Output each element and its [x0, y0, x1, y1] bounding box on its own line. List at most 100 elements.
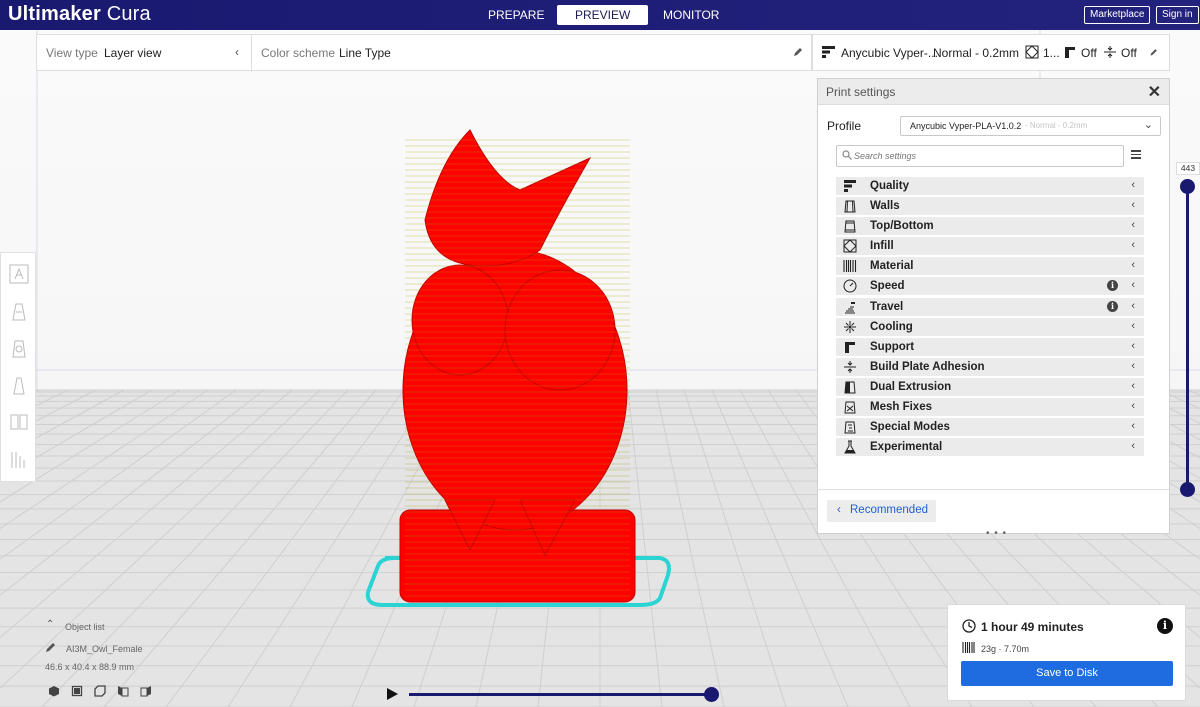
menu-icon[interactable] — [1131, 150, 1141, 159]
tab-monitor[interactable]: MONITOR — [645, 5, 737, 25]
speed-icon — [843, 279, 857, 293]
color-scheme-select[interactable]: Line Type — [339, 46, 391, 60]
category-label: Infill — [870, 240, 894, 253]
layer-slider-track[interactable] — [1186, 185, 1189, 490]
material-icon — [843, 260, 857, 273]
pencil-icon[interactable] — [45, 641, 57, 653]
view-top-icon[interactable] — [94, 685, 106, 697]
panel-header: Print settings ✕ — [818, 79, 1169, 105]
layer-slider-lower-handle[interactable] — [1180, 482, 1195, 497]
category-label: Speed — [870, 280, 905, 293]
rotate-tool-icon[interactable] — [7, 335, 31, 361]
view-right-icon[interactable] — [140, 685, 152, 697]
settings-category-mesh-fixes[interactable]: Mesh Fixes ‹ — [836, 398, 1144, 417]
per-model-settings-icon[interactable] — [7, 409, 31, 435]
quality-icon — [822, 46, 835, 58]
search-input[interactable] — [836, 145, 1124, 167]
chevron-left-icon: ‹ — [1131, 259, 1135, 272]
printer-settings-bar[interactable]: Anycubic Vyper-... Normal - 0.2mm 1... O… — [812, 34, 1170, 71]
chevron-down-icon: ⌄ — [1143, 119, 1153, 131]
layer-value-input[interactable]: 443 — [1176, 162, 1200, 175]
view-3d-icon[interactable] — [48, 685, 60, 697]
view-front-icon[interactable] — [71, 685, 83, 697]
app-header: Ultimaker Cura PREPARE PREVIEW MONITOR M… — [0, 0, 1200, 30]
profile-select-sub: - Normal - 0.2mm — [1025, 121, 1088, 130]
simulation-slider-track[interactable] — [409, 693, 711, 696]
category-label: Dual Extrusion — [870, 380, 952, 393]
view-options-bar: View type Layer view ‹ Color scheme Line… — [36, 34, 812, 72]
material-icon — [962, 642, 975, 653]
quality-icon — [844, 180, 856, 192]
chevron-left-icon: ‹ — [1131, 359, 1135, 372]
profile-name: Normal - 0.2mm — [933, 46, 1020, 60]
chevron-left-icon: ‹ — [1131, 179, 1135, 191]
tab-preview[interactable]: PREVIEW — [557, 5, 649, 25]
profile-select-name: Anycubic Vyper-PLA-V1.0.2 — [910, 121, 1022, 131]
save-to-disk-button[interactable]: Save to Disk — [961, 661, 1173, 686]
category-label: Build Plate Adhesion — [870, 360, 985, 373]
settings-category-special-modes[interactable]: Special Modes ‹ — [836, 418, 1144, 437]
owl-model — [399, 129, 636, 603]
adhesion-value: Off — [1121, 46, 1137, 60]
category-label: Material — [870, 260, 914, 273]
settings-category-dual-extrusion[interactable]: Dual Extrusion ‹ — [836, 377, 1144, 396]
settings-category-walls[interactable]: Walls ‹ — [836, 197, 1144, 216]
top-bottom-icon — [844, 220, 856, 233]
settings-category-cooling[interactable]: Cooling ‹ — [836, 317, 1144, 336]
info-icon[interactable]: i — [1157, 618, 1173, 634]
layer-slider-upper-handle[interactable] — [1180, 179, 1195, 194]
divider — [818, 489, 1169, 490]
settings-category-speed[interactable]: Speed i ‹ — [836, 277, 1144, 296]
category-label: Quality — [870, 180, 909, 192]
view-type-select[interactable]: Layer view — [104, 46, 161, 60]
play-icon[interactable] — [385, 687, 399, 701]
print-settings-panel: Print settings ✕ Profile Anycubic Vyper-… — [817, 78, 1170, 534]
info-icon[interactable]: i — [1107, 280, 1118, 292]
chevron-left-icon: ‹ — [1131, 339, 1135, 352]
marketplace-button[interactable]: Marketplace — [1084, 6, 1151, 24]
view-type-label: View type — [46, 46, 98, 60]
settings-category-travel[interactable]: Travel i ‹ — [836, 297, 1144, 316]
close-icon[interactable]: ✕ — [1148, 82, 1161, 102]
category-label: Cooling — [870, 320, 913, 333]
settings-category-experimental[interactable]: Experimental ‹ — [836, 438, 1144, 457]
settings-category-material[interactable]: Material ‹ — [836, 257, 1144, 276]
panel-resize-handle[interactable]: • • • — [986, 528, 1007, 539]
chevron-left-icon[interactable]: ‹ — [230, 45, 244, 59]
profile-select[interactable]: Anycubic Vyper-PLA-V1.0.2 - Normal - 0.2… — [900, 116, 1161, 136]
recommended-button[interactable]: ‹ Recommended — [827, 500, 936, 522]
settings-category-build-plate-adhesion[interactable]: Build Plate Adhesion ‹ — [836, 357, 1144, 376]
simulation-slider-handle[interactable] — [704, 687, 719, 702]
settings-category-top-bottom[interactable]: Top/Bottom ‹ — [836, 217, 1144, 236]
category-label: Experimental — [870, 441, 943, 454]
settings-category-infill[interactable]: Infill ‹ — [836, 237, 1144, 256]
special-modes-icon — [844, 421, 856, 434]
settings-category-quality[interactable]: Quality ‹ — [836, 177, 1144, 195]
move-tool-icon[interactable] — [7, 261, 31, 287]
adhesion-icon — [1104, 46, 1116, 58]
cooling-icon — [844, 320, 856, 333]
support-icon — [845, 341, 855, 353]
color-scheme-label: Color scheme — [261, 46, 336, 60]
pencil-icon[interactable] — [791, 45, 805, 59]
object-list-label: Object list — [65, 622, 105, 632]
chevron-left-icon: ‹ — [1131, 239, 1135, 252]
left-toolbar — [0, 252, 36, 482]
sign-in-button[interactable]: Sign in — [1156, 6, 1199, 24]
material-usage: 23g · 7.70m — [981, 644, 1030, 654]
divider — [251, 35, 252, 72]
view-left-icon[interactable] — [117, 685, 129, 697]
pencil-icon[interactable] — [1149, 47, 1159, 57]
info-icon[interactable]: i — [1107, 300, 1118, 312]
settings-category-support[interactable]: Support ‹ — [836, 337, 1144, 356]
scale-tool-icon[interactable] — [7, 298, 31, 324]
chevron-left-icon: ‹ — [1131, 219, 1135, 232]
tab-prepare[interactable]: PREPARE — [470, 5, 562, 25]
mirror-tool-icon[interactable] — [7, 372, 31, 398]
clock-icon — [962, 619, 976, 633]
support-blocker-icon[interactable] — [7, 446, 31, 472]
adhesion-icon — [844, 360, 856, 373]
chevron-left-icon: ‹ — [1131, 299, 1135, 312]
app-title: Ultimaker Cura — [8, 3, 151, 25]
infill-icon — [843, 239, 857, 253]
